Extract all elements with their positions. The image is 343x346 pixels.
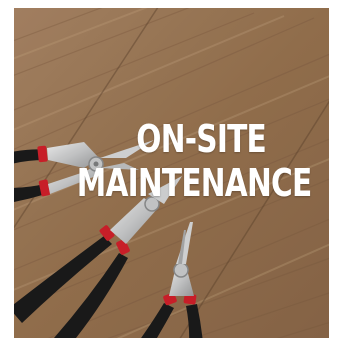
headline-line1: ON-SITE xyxy=(136,117,266,161)
headline-line2: MAINTENANCE xyxy=(76,160,312,205)
maintenance-tile[interactable]: ON-SITE MAINTENANCE xyxy=(14,8,329,338)
headline: ON-SITE MAINTENANCE xyxy=(14,117,329,205)
